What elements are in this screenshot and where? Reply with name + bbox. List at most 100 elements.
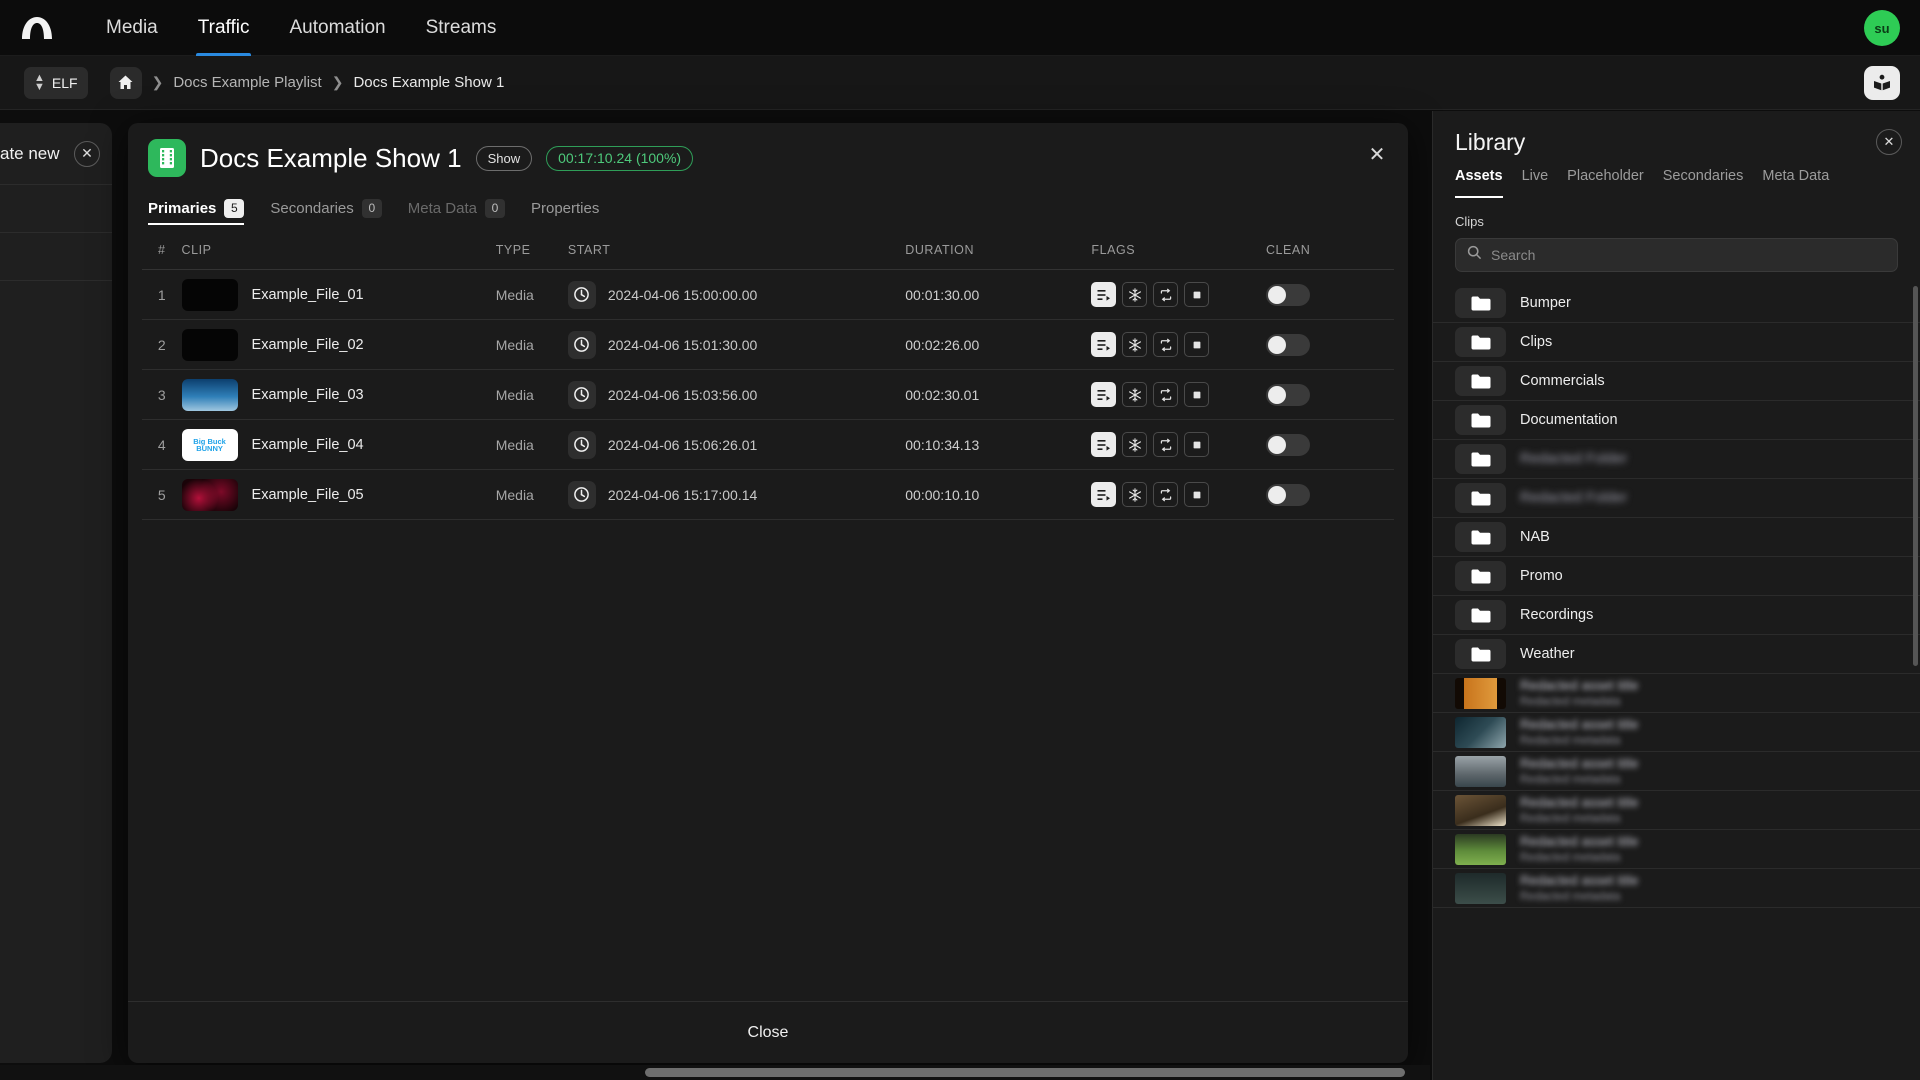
tab-properties[interactable]: Properties [531, 191, 599, 225]
playlist-icon[interactable] [1091, 382, 1117, 407]
library-folder-row[interactable]: Documentation [1433, 401, 1920, 440]
asset-subtitle: Redacted metadata [1520, 774, 1621, 786]
library-folder-row[interactable]: NAB [1433, 518, 1920, 557]
close-icon[interactable]: ✕ [74, 140, 100, 167]
snowflake-icon[interactable] [1122, 282, 1148, 307]
playlist-icon[interactable] [1091, 282, 1117, 307]
library-folder-row[interactable]: Bumper [1433, 284, 1920, 323]
breadcrumb-item-show[interactable]: Docs Example Show 1 [353, 74, 504, 91]
tab-primaries[interactable]: Primaries 5 [148, 191, 245, 225]
folder-name: Clips [1520, 334, 1553, 350]
nav-item-media[interactable]: Media [86, 0, 178, 56]
column-header-type[interactable]: TYPE [495, 235, 568, 270]
clean-toggle[interactable] [1265, 433, 1310, 456]
column-header-start[interactable]: START [567, 235, 906, 270]
nav-item-automation[interactable]: Automation [269, 0, 405, 56]
close-button[interactable]: Close [748, 1024, 789, 1042]
tab-placeholder[interactable]: Placeholder [1567, 168, 1644, 198]
tab-count-badge: 5 [224, 198, 245, 218]
library-asset-row[interactable]: Redacted asset title Redacted metadata [1433, 830, 1920, 869]
stop-square-icon[interactable] [1184, 382, 1210, 407]
clock-icon[interactable] [567, 330, 596, 359]
table-row[interactable]: 5 Example_File_05 Media 2024-04-06 15:17:00… [142, 469, 1394, 520]
toggle-knob [1267, 435, 1286, 454]
table-row[interactable]: 1 Example_File_01 Media 2024-04-06 15:00:00… [142, 269, 1394, 320]
nav-item-traffic[interactable]: Traffic [178, 0, 270, 56]
tab-secondaries[interactable]: Secondaries [1663, 168, 1744, 198]
cell-start: 2024-04-06 15:00:00.00 [567, 269, 906, 320]
folder-name: Redacted Folder [1520, 490, 1628, 506]
stop-square-icon[interactable] [1184, 432, 1210, 457]
playlist-icon[interactable] [1091, 482, 1117, 507]
library-scrollbar[interactable] [1913, 286, 1918, 666]
clock-icon[interactable] [567, 380, 596, 409]
playlist-icon[interactable] [1091, 332, 1117, 357]
list-item[interactable] [0, 233, 112, 281]
nav-item-streams[interactable]: Streams [406, 0, 517, 56]
arc-logo-icon[interactable] [16, 7, 58, 49]
clean-toggle[interactable] [1265, 283, 1310, 306]
library-folder-row[interactable]: Redacted Folder [1433, 440, 1920, 479]
column-header-flags[interactable]: FLAGS [1091, 235, 1266, 270]
library-folder-row[interactable]: Promo [1433, 557, 1920, 596]
clock-icon[interactable] [567, 480, 596, 509]
loop-icon[interactable] [1153, 482, 1179, 507]
snowflake-icon[interactable] [1122, 432, 1148, 457]
loop-icon[interactable] [1153, 432, 1179, 457]
clock-icon[interactable] [567, 280, 596, 309]
list-item[interactable] [0, 281, 112, 329]
table-row[interactable]: 3 Example_File_03 Media 2024-04-06 15:03:56… [142, 369, 1394, 420]
library-asset-row[interactable]: Redacted asset title Redacted metadata [1433, 752, 1920, 791]
search-input[interactable] [1491, 239, 1886, 271]
loop-icon[interactable] [1153, 382, 1179, 407]
snowflake-icon[interactable] [1122, 482, 1148, 507]
avatar[interactable]: su [1864, 10, 1900, 46]
horizontal-scrollbar-thumb[interactable] [645, 1068, 1405, 1077]
snowflake-icon[interactable] [1122, 382, 1148, 407]
loop-icon[interactable] [1153, 282, 1179, 307]
close-icon[interactable]: ✕ [1364, 141, 1390, 167]
channel-selector[interactable]: ▲ ▼ ELF [24, 66, 88, 99]
tab-live[interactable]: Live [1522, 168, 1549, 198]
library-asset-row[interactable]: Redacted asset title Redacted metadata [1433, 791, 1920, 830]
column-header-clip[interactable]: CLIP [181, 235, 496, 270]
horizontal-scrollbar[interactable] [0, 1065, 1430, 1080]
list-item[interactable] [0, 185, 112, 233]
stop-square-icon[interactable] [1184, 332, 1210, 357]
column-header-num[interactable]: # [142, 235, 182, 270]
table-row[interactable]: 4 Big Buck BUNNY Example_File_04 Media 2024-0… [142, 419, 1394, 470]
library-asset-row[interactable]: Redacted asset title Redacted metadata [1433, 713, 1920, 752]
breadcrumb-item-playlist[interactable]: Docs Example Playlist [173, 74, 321, 91]
library-folder-row[interactable]: Redacted Folder [1433, 479, 1920, 518]
playlist-icon[interactable] [1091, 432, 1117, 457]
clean-toggle[interactable] [1265, 483, 1310, 506]
table-row[interactable]: 2 Example_File_02 Media 2024-04-06 15:01:30… [142, 319, 1394, 370]
clean-toggle[interactable] [1265, 333, 1310, 356]
library-title: Library [1455, 129, 1526, 155]
cell-type: Media [495, 269, 568, 320]
library-folder-row[interactable]: Recordings [1433, 596, 1920, 635]
tab-secondaries[interactable]: Secondaries 0 [270, 191, 382, 225]
tab-meta-data[interactable]: Meta Data 0 [408, 191, 505, 225]
folder-icon [1455, 444, 1506, 474]
stop-square-icon[interactable] [1184, 482, 1210, 507]
snowflake-icon[interactable] [1122, 332, 1148, 357]
column-header-duration[interactable]: DURATION [905, 235, 1092, 270]
clock-icon[interactable] [567, 430, 596, 459]
folder-icon [1455, 561, 1506, 591]
close-icon[interactable]: ✕ [1876, 129, 1902, 155]
library-asset-row[interactable]: Redacted asset title Redacted metadata [1433, 869, 1920, 908]
home-icon[interactable] [109, 66, 142, 99]
loop-icon[interactable] [1153, 332, 1179, 357]
library-folder-row[interactable]: Commercials [1433, 362, 1920, 401]
tab-assets[interactable]: Assets [1455, 168, 1503, 198]
library-folder-row[interactable]: Clips [1433, 323, 1920, 362]
stop-square-icon[interactable] [1184, 282, 1210, 307]
nav-label: Streams [425, 16, 497, 38]
clean-toggle[interactable] [1265, 383, 1310, 406]
library-asset-row[interactable]: Redacted asset title Redacted metadata [1433, 674, 1920, 713]
library-toggle-button[interactable] [1864, 66, 1900, 100]
library-folder-row[interactable]: Weather [1433, 635, 1920, 674]
column-header-clean[interactable]: CLEAN [1265, 235, 1394, 270]
tab-meta-data[interactable]: Meta Data [1762, 168, 1829, 198]
